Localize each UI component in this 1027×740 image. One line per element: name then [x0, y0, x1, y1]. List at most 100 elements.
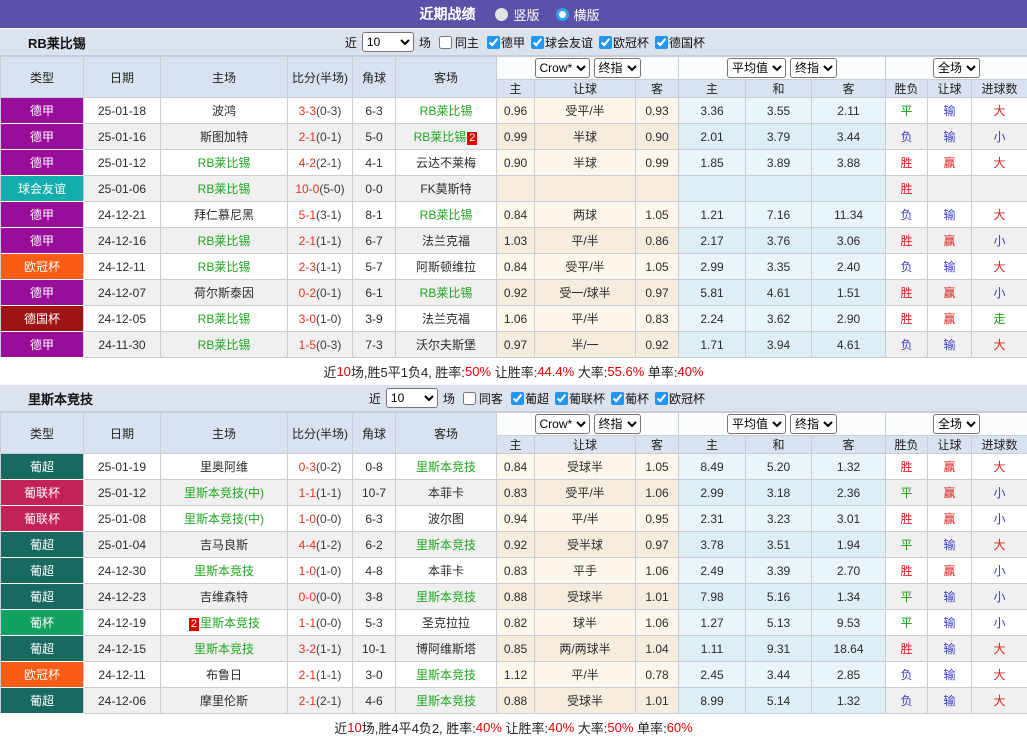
avg-draw-odds: 4.61 — [746, 280, 812, 306]
team-label: 阿斯顿维拉 — [416, 260, 476, 274]
summary-text: 55.6% — [607, 364, 644, 379]
summary-text: 10 — [347, 720, 361, 735]
average-stage-select[interactable]: 终指 — [790, 414, 837, 434]
league-badge: 葡超 — [1, 532, 84, 558]
corners: 10-1 — [353, 636, 396, 662]
recent-count-select[interactable]: 10 — [362, 32, 414, 52]
scope-select[interactable]: 全场 — [933, 414, 980, 434]
result-outcome: 平 — [886, 610, 928, 636]
result-handicap: 赢 — [928, 454, 972, 480]
avg-home-odds: 3.36 — [679, 98, 746, 124]
summary-text: 50% — [465, 364, 491, 379]
scope-select[interactable]: 全场 — [933, 58, 980, 78]
recent-count-select[interactable]: 10 — [386, 388, 438, 408]
handicap-line: 半球 — [535, 150, 636, 176]
handicap-home-odds: 1.12 — [497, 662, 535, 688]
home-team: 2里斯本竞技 — [161, 610, 288, 636]
half-time-score: (0-0) — [316, 590, 341, 604]
average-header-cell: 平均值终指 — [679, 413, 886, 436]
avg-away-odds: 1.32 — [812, 688, 886, 714]
avg-away-odds: 1.51 — [812, 280, 886, 306]
league-filter-checkbox[interactable] — [487, 36, 500, 49]
full-time-score: 0-2 — [299, 286, 316, 300]
avg-draw-odds: 7.16 — [746, 202, 812, 228]
result-handicap: 输 — [928, 202, 972, 228]
layout-option-vertical[interactable]: 竖版 — [495, 5, 539, 24]
league-badge: 葡超 — [1, 688, 84, 714]
league-filter-checkbox[interactable] — [599, 36, 612, 49]
result-outcome: 胜 — [886, 228, 928, 254]
bookmaker-select[interactable]: Crow* — [535, 58, 590, 78]
half-time-score: (0-2) — [316, 460, 341, 474]
avg-home-odds: 1.21 — [679, 202, 746, 228]
avg-home-odds: 2.17 — [679, 228, 746, 254]
corners: 4-1 — [353, 150, 396, 176]
average-select[interactable]: 平均值 — [727, 414, 786, 434]
result-goals: 小 — [972, 610, 1027, 636]
result-outcome: 负 — [886, 662, 928, 688]
score: 1-1(1-1) — [288, 480, 353, 506]
handicap-line: 两/两球半 — [535, 636, 636, 662]
home-team: 里斯本竞技(中) — [161, 506, 288, 532]
full-time-score: 1-1 — [299, 486, 316, 500]
avg-away-odds: 4.61 — [812, 332, 886, 358]
corners: 5-3 — [353, 610, 396, 636]
league-filter-label: 球会友谊 — [545, 34, 593, 51]
result-handicap: 输 — [928, 610, 972, 636]
league-filter-checkbox[interactable] — [511, 392, 524, 405]
match-date: 24-12-16 — [84, 228, 161, 254]
handicap-line: 球半 — [535, 610, 636, 636]
league-filter-checkbox[interactable] — [555, 392, 568, 405]
result-goals: 小 — [972, 480, 1027, 506]
home-team: 里奥阿维 — [161, 454, 288, 480]
section-header: 里斯本竞技近10场同客葡超葡联杯葡杯欧冠杯 — [0, 384, 1027, 412]
average-select[interactable]: 平均值 — [727, 58, 786, 78]
league-filter-checkbox[interactable] — [655, 36, 668, 49]
home-team: 吉马良斯 — [161, 532, 288, 558]
sub-column-header: 主 — [497, 80, 535, 98]
team-section: 里斯本竞技近10场同客葡超葡联杯葡杯欧冠杯类型日期主场比分(半场)角球客场Cro… — [0, 384, 1027, 740]
matches-table: 类型日期主场比分(半场)角球客场Crow*终指平均值终指全场主让球客主和客胜负让… — [0, 56, 1027, 358]
home-team: RB莱比锡 — [161, 150, 288, 176]
sub-column-header: 让球 — [928, 80, 972, 98]
league-filter-checkbox[interactable] — [611, 392, 624, 405]
handicap-home-odds: 0.96 — [497, 98, 535, 124]
radio-unselected-icon[interactable] — [495, 8, 508, 21]
team-label: 里斯本竞技 — [416, 460, 476, 474]
sub-column-header: 客 — [812, 80, 886, 98]
league-badge: 葡联杯 — [1, 480, 84, 506]
bookmaker-select[interactable]: Crow* — [535, 414, 590, 434]
radio-selected-icon[interactable] — [556, 8, 569, 21]
result-outcome: 负 — [886, 688, 928, 714]
handicap-home-odds — [497, 176, 535, 202]
layout-option-horizontal[interactable]: 横版 — [556, 5, 600, 24]
same-venue-checkbox[interactable] — [463, 392, 476, 405]
full-time-score: 10-0 — [295, 182, 319, 196]
result-outcome: 平 — [886, 480, 928, 506]
bookmaker-stage-select[interactable]: 终指 — [594, 58, 641, 78]
score: 2-1(1-1) — [288, 662, 353, 688]
league-filter-checkbox[interactable] — [655, 392, 668, 405]
same-venue-label: 同客 — [479, 390, 503, 407]
sub-column-header: 和 — [746, 436, 812, 454]
team-label: FK莫斯特 — [420, 182, 471, 196]
result-outcome: 负 — [886, 332, 928, 358]
league-filter-checkbox[interactable] — [531, 36, 544, 49]
team-label: 法兰克福 — [422, 312, 470, 326]
page-title: 近期战绩 — [419, 4, 475, 24]
half-time-score: (0-3) — [316, 104, 341, 118]
same-venue-checkbox[interactable] — [439, 36, 452, 49]
score: 0-3(0-2) — [288, 454, 353, 480]
home-team: RB莱比锡 — [161, 228, 288, 254]
away-team: RB莱比锡 — [396, 202, 497, 228]
result-handicap: 输 — [928, 532, 972, 558]
average-stage-select[interactable]: 终指 — [790, 58, 837, 78]
score: 1-1(0-0) — [288, 610, 353, 636]
bookmaker-stage-select[interactable]: 终指 — [594, 414, 641, 434]
result-handicap: 赢 — [928, 306, 972, 332]
column-header: 比分(半场) — [288, 57, 353, 98]
column-header: 角球 — [353, 413, 396, 454]
match-row: 葡超25-01-04吉马良斯4-4(1-2)6-2里斯本竞技0.92受半球0.9… — [1, 532, 1027, 558]
handicap-away-odds: 1.05 — [636, 454, 679, 480]
handicap-home-odds: 0.94 — [497, 506, 535, 532]
